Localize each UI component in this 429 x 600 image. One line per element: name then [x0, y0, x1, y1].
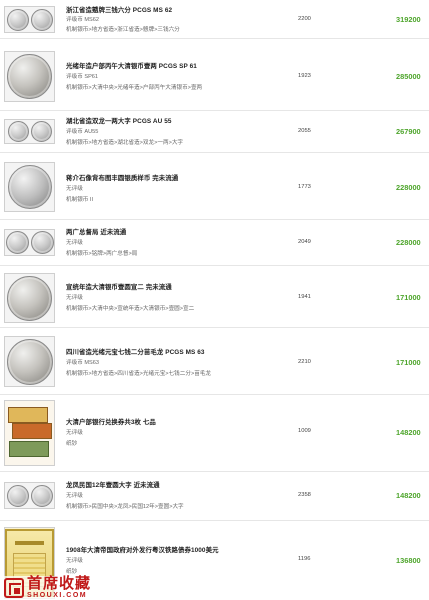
item-price: 319200	[396, 15, 421, 24]
item-price: 171000	[396, 293, 421, 302]
item-title[interactable]: 光绪年造户部丙午大清银币壹两 PCGS SP 61	[66, 61, 197, 70]
portrait-coin-image	[7, 165, 52, 209]
item-grade: 无评级	[66, 430, 83, 436]
item-price: 285000	[396, 72, 421, 81]
coin-image	[7, 275, 52, 321]
coin-obverse-image	[6, 8, 29, 31]
list-item[interactable]: 四川省造光绪元宝七钱二分苗毛龙 PCGS MS 63 评级币 MS63 机制银币…	[0, 328, 429, 395]
item-category: 机制银币>地方省造>湖北省造>双龙>一两>大字	[66, 140, 184, 146]
item-category: 机制银币>大清中央>宣统年造>大清银币>壹圆>宣二	[66, 306, 195, 312]
site-watermark: 首席收藏 SHOUXI.COM	[4, 575, 92, 599]
item-thumbnail[interactable]	[4, 51, 55, 102]
item-thumbnail[interactable]	[4, 6, 55, 33]
item-grade: 无评级	[66, 186, 83, 192]
item-category: 纸钞	[66, 569, 78, 575]
item-lot-number: 2049	[298, 239, 311, 245]
item-category: 纸钞	[66, 441, 78, 447]
item-lot-number: 2210	[298, 359, 311, 365]
item-lot-number: 1196	[298, 556, 311, 562]
item-title[interactable]: 宣统年造大清银币壹圆宣二 完未流通	[66, 282, 172, 291]
coin-obverse-image	[7, 121, 29, 142]
coin-reverse-image	[30, 121, 52, 142]
coin-obverse-image	[6, 484, 29, 507]
item-lot-number: 1773	[298, 184, 311, 190]
list-item[interactable]: 蒋介石像背布图丰圆银质样币 完未流通 无评级 机制银币 II 1773 2280…	[0, 153, 429, 220]
coin-image	[7, 54, 52, 99]
item-lot-number: 2200	[298, 16, 311, 22]
item-lot-number: 1923	[298, 73, 311, 79]
item-title[interactable]: 浙江省造戆牌三钱六分 PCGS MS 62	[66, 5, 172, 14]
list-item[interactable]: 浙江省造戆牌三钱六分 PCGS MS 62 评级币 MS62 机制银币>地方省造…	[0, 0, 429, 39]
item-thumbnail[interactable]	[4, 273, 55, 323]
item-title[interactable]: 两广总督局 近未流通	[66, 227, 126, 236]
item-category: 机制银币>铭牌>两广总督>局	[66, 251, 138, 257]
item-grade: 无评级	[66, 295, 83, 301]
item-thumbnail[interactable]	[4, 482, 55, 509]
item-thumbnail[interactable]	[4, 229, 55, 256]
item-grade: 无评级	[66, 240, 83, 246]
list-item[interactable]: 龙凤民国12年壹圆大字 近未流通 无评级 机制银币>民国中央>龙凤>民国12年>…	[0, 472, 429, 521]
item-thumbnail[interactable]	[4, 400, 55, 466]
item-price: 267900	[396, 127, 421, 136]
item-price: 148200	[396, 428, 421, 437]
list-item[interactable]: 宣统年造大清银币壹圆宣二 完未流通 无评级 机制银币>大清中央>宣统年造>大清银…	[0, 266, 429, 328]
item-price: 148200	[396, 491, 421, 500]
coin-reverse-image	[30, 231, 54, 254]
item-price: 228000	[396, 238, 421, 247]
item-category: 机制银币>民国中央>龙凤>民国12年>壹圆>大字	[66, 504, 184, 510]
item-price: 228000	[396, 183, 421, 192]
coin-obverse-image	[5, 231, 29, 254]
item-lot-number: 2055	[298, 128, 311, 134]
item-grade: 评级币 AU55	[66, 129, 99, 135]
item-category: 机制银币>地方省造>浙江省造>戆牌>三钱六分	[66, 27, 180, 33]
site-logo-icon	[4, 577, 24, 598]
list-item[interactable]: 大清户部银行兑换券共3枚 七品 无评级 纸钞 1009 148200	[0, 395, 429, 472]
item-thumbnail[interactable]	[4, 162, 55, 212]
list-item[interactable]: 光绪年造户部丙午大清银币壹两 PCGS SP 61 评级币 SP61 机制银币>…	[0, 39, 429, 111]
item-grade: 评级币 MS63	[66, 360, 99, 366]
item-category: 机制银币>地方省造>四川省造>光绪元宝>七钱二分>苗毛龙	[66, 371, 211, 377]
item-title[interactable]: 四川省造光绪元宝七钱二分苗毛龙 PCGS MS 63	[66, 347, 205, 356]
item-category: 机制银币 II	[66, 197, 94, 203]
item-grade: 无评级	[66, 493, 83, 499]
list-item[interactable]: 湖北省造双龙一两大字 PCGS AU 55 评级币 AU55 机制银币>地方省造…	[0, 111, 429, 153]
item-lot-number: 2358	[298, 492, 311, 498]
item-lot-number: 1009	[298, 428, 311, 434]
coin-reverse-image	[30, 484, 53, 507]
list-item[interactable]: 两广总督局 近未流通 无评级 机制银币>铭牌>两广总督>局 2049 22800…	[0, 220, 429, 266]
item-price: 171000	[396, 358, 421, 367]
item-title[interactable]: 湖北省造双龙一两大字 PCGS AU 55	[66, 116, 172, 125]
item-price: 136800	[396, 556, 421, 565]
watermark-domain-text: SHOUXI.COM	[27, 592, 88, 599]
item-thumbnail[interactable]	[4, 336, 55, 387]
item-title[interactable]: 蒋介石像背布图丰圆银质样币 完未流通	[66, 173, 178, 182]
item-title[interactable]: 1908年大清帝国政府对外发行粤汉铁路债券1000美元	[66, 545, 219, 554]
item-category: 机制银币>大清中央>光绪年造>户部丙午大清银币>壹两	[66, 85, 203, 91]
coin-reverse-image	[30, 8, 53, 31]
item-grade: 无评级	[66, 558, 83, 564]
item-grade: 评级币 SP61	[66, 74, 99, 80]
banknote-stack-image	[6, 403, 54, 463]
item-title[interactable]: 大清户部银行兑换券共3枚 七品	[66, 417, 156, 426]
watermark-chinese-text: 首席收藏	[27, 575, 92, 592]
item-grade: 评级币 MS62	[66, 17, 99, 23]
item-title[interactable]: 龙凤民国12年壹圆大字 近未流通	[66, 480, 160, 489]
coin-image	[6, 338, 53, 385]
item-lot-number: 1941	[298, 294, 311, 300]
item-thumbnail[interactable]	[4, 119, 55, 144]
